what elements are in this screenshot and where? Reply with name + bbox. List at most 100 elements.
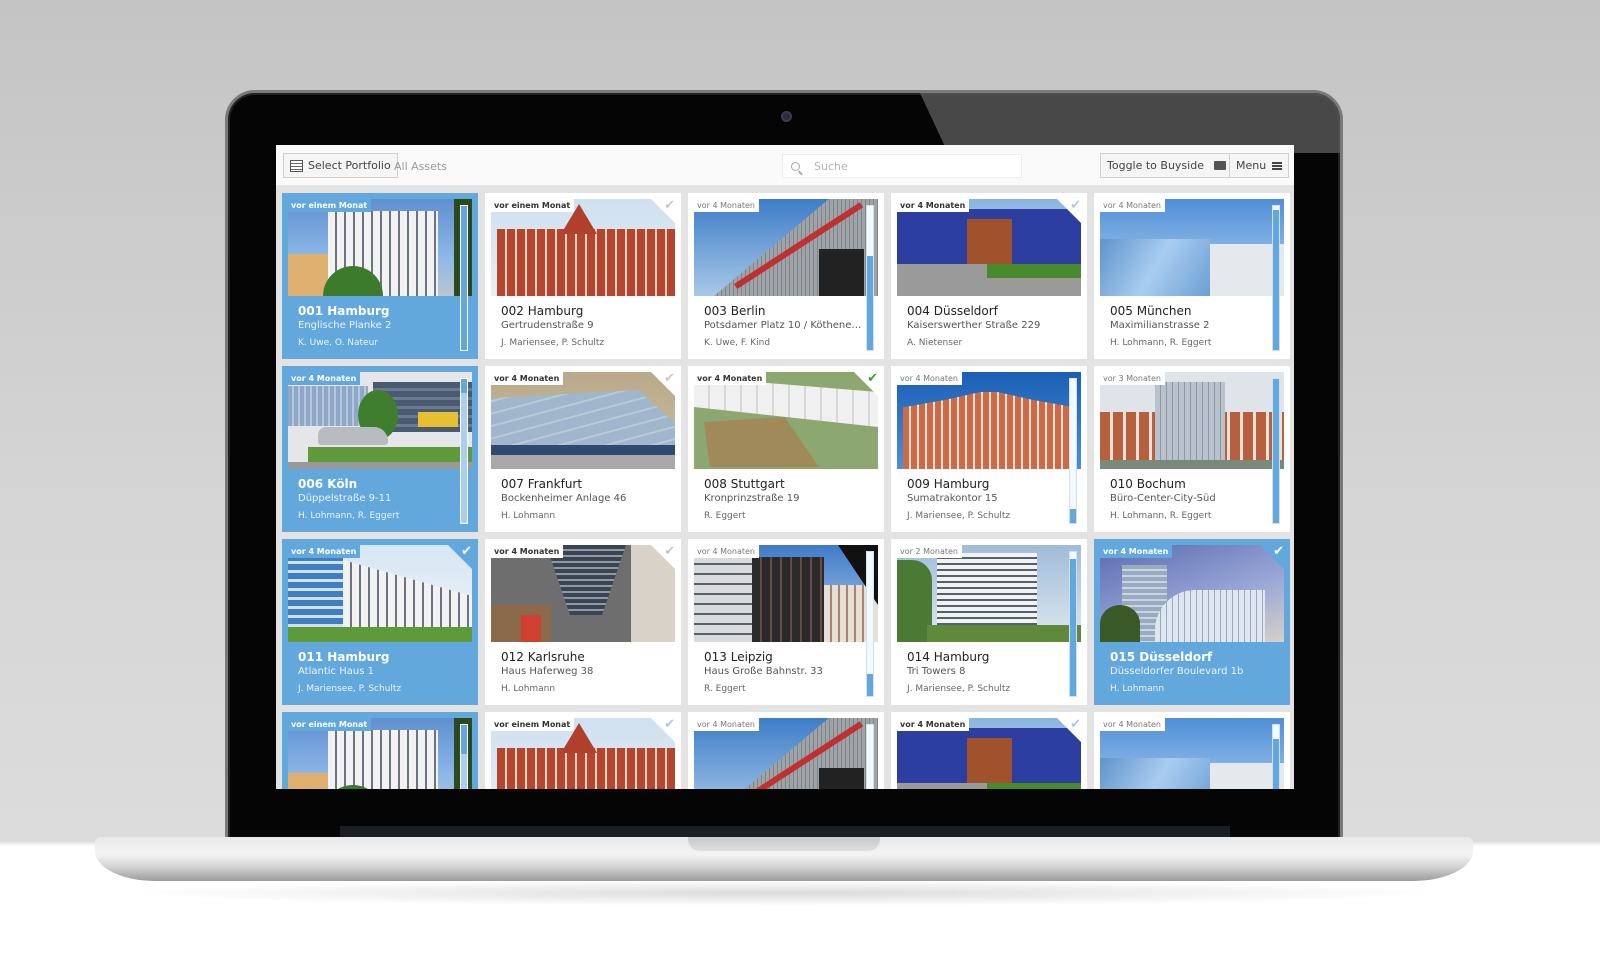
- asset-title: 013 Leipzig: [704, 650, 773, 664]
- age-badge: vor einem Monat: [491, 718, 575, 731]
- asset-card[interactable]: vor 4 Monaten ✔ 011 Hamburg Atlantic Haus 1…: [282, 539, 478, 705]
- asset-card[interactable]: vor einem Monat ✔ 002 Hamburg Gertrudenstra…: [485, 193, 681, 359]
- checkmark-icon[interactable]: ✔: [1070, 198, 1081, 213]
- select-portfolio-button[interactable]: Select Portfolio: [283, 153, 398, 178]
- checkmark-icon[interactable]: ✔: [664, 717, 675, 732]
- thumbnail-shape: [288, 773, 328, 789]
- asset-thumbnail: vor 4 Monaten: [694, 545, 878, 642]
- age-badge: vor 4 Monaten: [288, 545, 361, 558]
- asset-card[interactable]: vor 4 Monaten 003 Berlin Potsdamer Platz 1…: [688, 193, 884, 359]
- progress-fill: [461, 393, 467, 523]
- asset-address: Düppelstraße 9-11: [298, 493, 392, 504]
- asset-thumbnail: vor 4 Monaten: [694, 372, 878, 469]
- asset-title: 011 Hamburg: [298, 650, 390, 664]
- age-badge: vor 4 Monaten: [897, 718, 970, 731]
- asset-card[interactable]: vor 4 Monaten ✔: [891, 712, 1087, 789]
- thumbnail-shape: [694, 555, 752, 642]
- menu-button[interactable]: Menu: [1229, 153, 1290, 178]
- asset-card[interactable]: vor 4 Monaten ✔ 012 Karlsruhe Haus Haferweg…: [485, 539, 681, 705]
- progress-bar: [460, 378, 468, 524]
- age-badge: vor 4 Monaten: [1100, 545, 1173, 558]
- asset-card[interactable]: vor 4 Monaten: [688, 712, 884, 789]
- thumbnail-shape: [521, 615, 541, 642]
- asset-card[interactable]: vor einem Monat 001 Hamburg Englische Plan…: [282, 193, 478, 359]
- progress-bar: [460, 205, 468, 351]
- asset-thumbnail: vor 4 Monaten: [897, 372, 1081, 469]
- checkmark-icon[interactable]: ✔: [664, 198, 675, 213]
- asset-card[interactable]: vor 4 Monaten 009 Hamburg Sumatrakontor 15…: [891, 366, 1087, 532]
- thumbnail-shape: [1155, 590, 1265, 642]
- thumbnail-shape: [497, 229, 675, 296]
- progress-bar: [866, 205, 874, 351]
- age-badge: vor einem Monat: [288, 199, 372, 212]
- asset-people: J. Mariensee, P. Schultz: [298, 684, 402, 694]
- age-badge: vor 4 Monaten: [694, 718, 759, 731]
- progress-fill: [461, 753, 467, 789]
- progress-bar: [1272, 205, 1280, 351]
- laptop-notch: [688, 837, 880, 851]
- progress-bar: [866, 551, 874, 697]
- thumbnail-shape: [967, 738, 1012, 788]
- asset-thumbnail: vor 4 Monaten: [897, 718, 1081, 789]
- asset-title: 015 Düsseldorf: [1110, 650, 1213, 664]
- asset-card[interactable]: vor einem Monat ✔: [485, 712, 681, 789]
- search-box[interactable]: [782, 154, 1022, 178]
- thumbnail-shape: [497, 748, 675, 789]
- search-icon: [791, 161, 800, 171]
- screen-glare: [920, 93, 1340, 153]
- checkmark-icon[interactable]: ✔: [867, 371, 878, 386]
- asset-thumbnail: vor einem Monat: [491, 718, 675, 789]
- age-badge: vor 2 Monaten: [897, 545, 962, 558]
- progress-bar: [1069, 378, 1077, 524]
- search-input[interactable]: [814, 159, 1004, 173]
- asset-thumbnail: vor 2 Monaten: [897, 545, 1081, 642]
- thumbnail-shape: [819, 768, 864, 789]
- asset-grid: vor einem Monat 001 Hamburg Englische Plan…: [282, 193, 1290, 789]
- asset-card[interactable]: vor 4 Monaten 006 Köln Düppelstraße 9-11 H.…: [282, 366, 478, 532]
- age-badge: vor 4 Monaten: [694, 545, 759, 558]
- thumbnail-shape: [819, 249, 864, 296]
- checkmark-icon[interactable]: ✔: [461, 544, 472, 559]
- asset-card[interactable]: vor 4 Monaten 013 Leipzig Haus Große Bahns…: [688, 539, 884, 705]
- asset-address: Haus Große Bahnstr. 33: [704, 666, 823, 677]
- checkmark-icon[interactable]: ✔: [664, 371, 675, 386]
- asset-card[interactable]: vor 4 Monaten ✔ 008 Stuttgart Kronprinzstra…: [688, 366, 884, 532]
- age-badge: vor 4 Monaten: [1100, 718, 1165, 731]
- toggle-buyside-label: Toggle to Buyside: [1107, 159, 1204, 172]
- progress-fill: [1273, 739, 1279, 789]
- asset-card[interactable]: vor 4 Monaten ✔ 004 Düsseldorf Kaiserswerth…: [891, 193, 1087, 359]
- asset-address: Potsdamer Platz 10 / Köthener...: [704, 320, 864, 331]
- asset-card[interactable]: vor 4 Monaten ✔ 007 Frankfurt Bockenheimer …: [485, 366, 681, 532]
- thumbnail-shape: [491, 455, 675, 469]
- asset-card[interactable]: vor 4 Monaten ✔ 015 Düsseldorf Düsseldorfer…: [1094, 539, 1290, 705]
- breadcrumb[interactable]: All Assets: [394, 160, 447, 173]
- asset-people: H. Lohmann, R. Eggert: [1110, 338, 1212, 348]
- thumbnail-shape: [328, 730, 438, 789]
- asset-address: Düsseldorfer Boulevard 1b: [1110, 666, 1244, 677]
- toggle-buyside-button[interactable]: Toggle to Buyside: [1100, 153, 1233, 178]
- checkmark-icon[interactable]: ✔: [1273, 544, 1284, 559]
- thumbnail-shape: [987, 264, 1081, 278]
- asset-thumbnail: vor 4 Monaten: [694, 718, 878, 789]
- thumbnail-shape: [1100, 460, 1284, 469]
- thumbnail-shape: [288, 254, 328, 296]
- asset-title: 007 Frankfurt: [501, 477, 583, 491]
- asset-title: 009 Hamburg: [907, 477, 990, 491]
- checkmark-icon[interactable]: ✔: [664, 544, 675, 559]
- asset-card[interactable]: vor 3 Monaten 010 Bochum Büro-Center-City-…: [1094, 366, 1290, 532]
- progress-fill: [1273, 379, 1279, 523]
- age-badge: vor 4 Monaten: [897, 199, 970, 212]
- checkmark-icon[interactable]: ✔: [1070, 717, 1081, 732]
- asset-thumbnail: vor einem Monat: [491, 199, 675, 296]
- asset-title: 010 Bochum: [1110, 477, 1186, 491]
- progress-bar: [1069, 551, 1077, 697]
- asset-thumbnail: vor 4 Monaten: [1100, 199, 1284, 296]
- asset-card[interactable]: vor 4 Monaten: [1094, 712, 1290, 789]
- top-toolbar: Select Portfolio All Assets Toggle to Bu…: [276, 145, 1294, 186]
- age-badge: vor 4 Monaten: [897, 372, 962, 385]
- asset-card[interactable]: vor 4 Monaten 005 München Maximilianstrass…: [1094, 193, 1290, 359]
- asset-people: A. Nietenser: [907, 338, 963, 348]
- asset-thumbnail: vor 3 Monaten: [1100, 372, 1284, 469]
- asset-card[interactable]: vor 2 Monaten 014 Hamburg Tri Towers 8 J. M…: [891, 539, 1087, 705]
- asset-card[interactable]: vor einem Monat: [282, 712, 478, 789]
